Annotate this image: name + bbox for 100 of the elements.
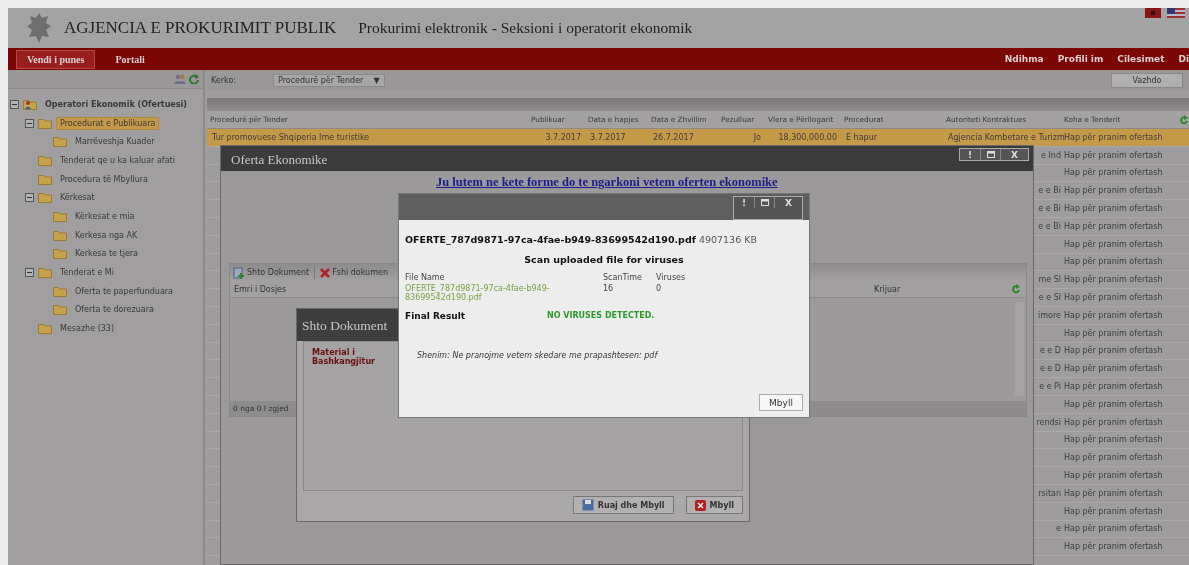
table-cell: e e Sl xyxy=(1038,293,1061,303)
document-add-icon xyxy=(233,266,245,279)
folder-icon xyxy=(38,117,52,129)
collapse-toggle[interactable] xyxy=(25,268,34,278)
close-button[interactable]: X xyxy=(774,197,802,208)
tree-item[interactable]: Kerkesa te tjera xyxy=(71,247,142,261)
table-cell-text: Hap për pranim ofertash xyxy=(1063,364,1164,374)
tree-item[interactable]: Kërkesat e mia xyxy=(71,209,139,223)
table-cell-text: OFERTE_787d9871-97ca-4fae-b949-83699542d190.pdf xyxy=(405,283,551,302)
collapse-toggle[interactable] xyxy=(25,193,34,203)
maximize-icon xyxy=(986,151,995,158)
table-cell-text: Hap për pranim ofertash xyxy=(1063,168,1164,178)
table-cell: e Ind xyxy=(1041,150,1061,160)
table-cell-text: Hap për pranim ofertash xyxy=(1063,186,1164,196)
folder-icon xyxy=(53,285,67,297)
emblem-icon xyxy=(26,12,52,44)
nav-link[interactable]: Ndihma xyxy=(1004,54,1044,64)
table-cell-text: 26.7.2017 xyxy=(652,132,695,142)
table-cell-text: Hap për pranim ofertash xyxy=(1063,506,1164,516)
column-header: File Name xyxy=(405,273,446,282)
table-cell-text: 18,300,000.00 xyxy=(777,132,838,142)
refresh-icon xyxy=(1180,114,1188,125)
close-button[interactable]: Mbyll xyxy=(759,394,803,411)
nav-tab[interactable]: Vendi i punes xyxy=(16,49,96,69)
folder-icon xyxy=(53,304,67,316)
folder-icon xyxy=(38,267,52,279)
table-cell-text: Hap për pranim ofertash xyxy=(1063,382,1164,392)
table-cell: e e Bi xyxy=(1038,204,1061,214)
table-cell-text: Hap për pranim ofertash xyxy=(1063,150,1164,160)
table-cell-text: Hap për pranim ofertash xyxy=(1063,524,1164,534)
result-value: NO VIRUSES DETECTED. xyxy=(547,311,655,321)
column-header: Viruses xyxy=(656,273,687,282)
table-cell-text: Hap për pranim ofertash xyxy=(1063,328,1164,338)
nav-link[interactable]: Profili im xyxy=(1057,54,1104,64)
help-button[interactable]: ! xyxy=(960,149,980,160)
help-button[interactable]: ! xyxy=(734,197,754,208)
column-header[interactable]: Krijuar xyxy=(874,284,1012,294)
table-cell-text: 3.7.2017 xyxy=(589,132,627,142)
table-cell: imore xyxy=(1038,310,1061,320)
tree-item[interactable]: Kerkesa nga AK xyxy=(71,228,142,242)
table-cell-text: 0 xyxy=(656,283,663,295)
folder-icon xyxy=(38,154,52,166)
tree-item[interactable]: Procedura të Mbyllura xyxy=(56,172,152,186)
folder-icon xyxy=(38,173,52,185)
table-cell-text: Hap për pranim ofertash xyxy=(1063,488,1164,498)
tree-item[interactable]: Marrëveshja Kuader xyxy=(71,135,159,149)
table-cell-text: Hap për pranim ofertash xyxy=(1063,435,1164,445)
page-subtitle: Prokurimi elektronik - Seksioni i operatorit ekonomik xyxy=(358,19,693,37)
table-cell: e e Bi xyxy=(1038,186,1061,196)
save-close-button[interactable]: Ruaj dhe Mbyll xyxy=(572,496,674,514)
instruction-text: Ju lutem ne kete forme do te ngarkoni vetem oferten ekonomike xyxy=(436,175,779,189)
cross-icon xyxy=(320,267,331,278)
procedure-dropdown[interactable]: Procedurë për Tender ▼ xyxy=(273,73,385,87)
table-cell-text: Hap për pranim ofertash xyxy=(1063,275,1164,285)
folder-icon xyxy=(38,323,52,335)
scan-heading: Scan uploaded file for viruses xyxy=(523,254,685,265)
tree-item[interactable]: Oferta te paperfunduara xyxy=(71,284,177,298)
nav-link[interactable]: Di xyxy=(1178,54,1189,64)
tree-item[interactable]: Oferta te dorezuara xyxy=(71,303,158,317)
field-label: Material i Bashkangjitur xyxy=(312,348,377,366)
folder-icon xyxy=(53,136,67,148)
close-button[interactable]: X xyxy=(1000,149,1028,160)
flag-icon xyxy=(1145,8,1161,18)
add-document-button[interactable]: Shto Dokument xyxy=(233,266,310,279)
table-cell-text: E hapur xyxy=(845,132,878,142)
refresh-icon xyxy=(1012,284,1020,294)
tree-item[interactable]: Kërkesat xyxy=(56,191,99,205)
tree-item[interactable]: Mesazhe (33) xyxy=(56,322,119,336)
delete-document-button[interactable]: Fshi dokumen xyxy=(320,267,388,278)
table-cell-text: Hap për pranim ofertash xyxy=(1063,417,1164,427)
nav-link[interactable]: Cilesimet xyxy=(1117,54,1165,64)
table-cell-text: Hap për pranim ofertash xyxy=(1063,204,1164,214)
folder-icon xyxy=(53,229,67,241)
table-cell: rendsi xyxy=(1036,417,1061,427)
tree-item[interactable]: Operatori Ekonomik (Ofertuesi) xyxy=(41,97,191,111)
table-row[interactable]: Tur promovuese Shqiperia Ime turistike 3.7.2017 3.7.2017 26.7.2017 Jo 18,300,000.00 E hapur Agjencia Kombetare e TurizmHap për pranim ofertash xyxy=(207,129,1189,147)
table-cell: e e Bi xyxy=(1038,221,1061,231)
table-cell-text: Hap për pranim ofertash xyxy=(1063,257,1164,267)
table-cell-text: Hap për pranim ofertash xyxy=(1063,293,1164,303)
tree-item[interactable]: Tenderat qe u ka kaluar afati xyxy=(56,153,179,167)
table-cell-text: Tur promovuese Shqiperia Ime turistike xyxy=(211,132,371,142)
table-cell: e e D xyxy=(1039,346,1061,356)
tree-item[interactable]: Tenderat e Mi xyxy=(56,266,118,280)
people-icon xyxy=(174,74,186,84)
note-text: Shenim: Ne pranojme vetem skedare me prapashtesen: pdf xyxy=(417,351,660,360)
nav-tab[interactable]: Portali xyxy=(105,49,155,69)
table-cell-text: Hap për pranim ofertash xyxy=(1063,453,1164,463)
window-title: Oferta Ekonomike xyxy=(231,152,328,168)
collapse-toggle[interactable] xyxy=(10,99,19,109)
column-header: ScanTime xyxy=(603,273,644,282)
table-cell-text: Hap për pranim ofertash xyxy=(1063,542,1164,552)
agency-name: AGJENCIA E PROKURIMIT PUBLIK xyxy=(64,18,337,38)
continue-button[interactable]: Vazhdo xyxy=(1111,72,1183,88)
folder-person-icon xyxy=(23,98,37,111)
close-icon xyxy=(694,499,706,511)
flag-icon xyxy=(1167,8,1185,18)
tree-item[interactable]: Procedurat e Publikuara xyxy=(56,116,160,130)
table-cell-text: Hap për pranim ofertash xyxy=(1063,221,1164,231)
close-button[interactable]: Mbyll xyxy=(685,496,743,514)
collapse-toggle[interactable] xyxy=(25,118,34,128)
